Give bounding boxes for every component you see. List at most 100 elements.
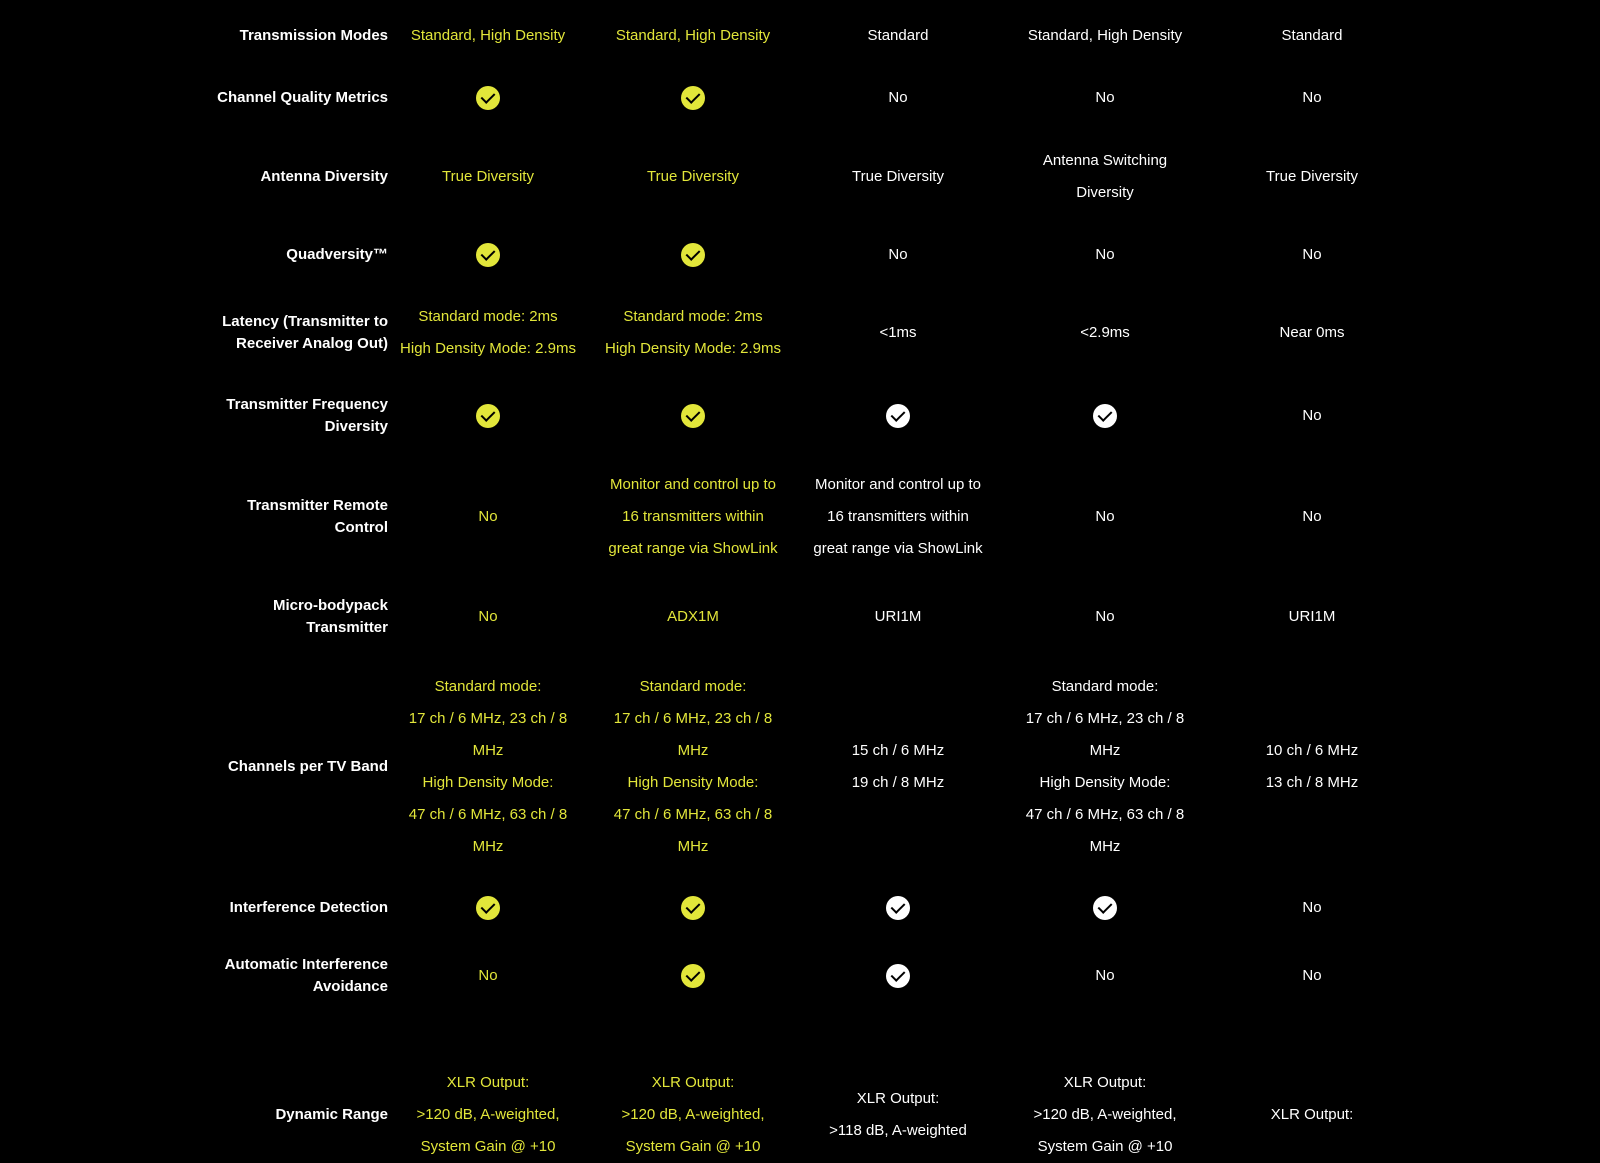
cell-text: MHz [677,838,709,855]
check-icon [1093,896,1117,921]
cell-text: 17 ch / 6 MHz, 23 ch / 8 [1025,710,1185,727]
cell-col-5: 10 ch / 6 MHz 13 ch / 8 MHz [1217,735,1407,799]
cell-col-4: <2.9ms [1010,317,1200,349]
cell-col-2 [598,82,788,114]
row-label: Interference Detection [229,899,388,916]
cell-text: Near 0ms [1279,324,1345,341]
cell-text: Monitor and control up to [815,476,981,493]
cell-text: Standard [867,27,929,44]
cell-col-5: No [1217,501,1407,533]
cell-col-2 [598,239,788,271]
cell-col-2 [598,400,788,432]
cell-text: <1ms [879,324,917,341]
cell-text: System Gain @ +10 [420,1138,556,1155]
row-label: Latency (Transmitter to Receiver Analog O… [222,313,388,352]
cell-text: MHz [677,742,709,759]
cell-text: 19 ch / 8 MHz [851,774,945,791]
cell-text: No [478,967,498,984]
cell-col-5: No [1217,82,1407,114]
cell-text: System Gain @ +10 [625,1138,761,1155]
cell-col-4: XLR Output: >120 dB, A-weighted, System Ga… [1010,1067,1200,1163]
cell-text: No [888,89,908,106]
cell-text: Standard [1281,27,1343,44]
check-icon [681,243,705,268]
check-icon [886,404,910,429]
cell-text: 47 ch / 6 MHz, 63 ch / 8 [613,806,773,823]
cell-col-5: No [1217,960,1407,992]
cell-text: MHz [1089,742,1121,759]
cell-col-4: Antenna Switching Diversity [1010,145,1200,209]
cell-text: XLR Output: [651,1074,735,1091]
cell-text: 16 transmitters within [827,508,969,525]
cell-col-4 [1010,400,1200,432]
cell-col-2 [598,960,788,992]
cell-text: 13 ch / 8 MHz [1265,774,1359,791]
cell-text: No [1095,246,1115,263]
cell-col-3: 15 ch / 6 MHz 19 ch / 8 MHz [803,735,993,799]
cell-text: 15 ch / 6 MHz [851,742,945,759]
cell-col-2: True Diversity [598,161,788,193]
check-icon [681,964,705,989]
cell-text: No [478,508,498,525]
cell-text: No [1302,407,1322,424]
cell-col-2: Standard mode: 17 ch / 6 MHz, 23 ch / 8 MH… [598,671,788,863]
cell-col-4: Standard mode: 17 ch / 6 MHz, 23 ch / 8 MH… [1010,671,1200,863]
cell-text: Standard, High Density [410,27,566,44]
cell-col-4: No [1010,501,1200,533]
cell-text: Standard mode: [639,678,747,695]
row-label: Quadversity™ [286,246,388,263]
cell-col-1: No [393,501,583,533]
cell-col-5: No [1217,239,1407,271]
cell-col-3: XLR Output: >118 dB, A-weighted [803,1083,993,1147]
cell-col-3 [803,960,993,992]
cell-col-1 [393,82,583,114]
cell-col-3: Standard [803,20,993,52]
cell-text: 17 ch / 6 MHz, 23 ch / 8 [613,710,773,727]
check-icon [1093,404,1117,429]
cell-text: True Diversity [852,168,944,185]
cell-col-4: No [1010,601,1200,633]
cell-text: <2.9ms [1080,324,1130,341]
cell-col-3: Monitor and control up to 16 transmitters… [803,469,993,565]
cell-text: XLR Output: [1063,1074,1147,1091]
cell-col-1 [393,239,583,271]
cell-text: Standard, High Density [615,27,771,44]
cell-text: MHz [472,838,504,855]
cell-text: True Diversity [647,168,739,185]
cell-text: 16 transmitters within [622,508,764,525]
cell-text: No [1095,608,1115,625]
check-icon [886,896,910,921]
cell-col-4: No [1010,239,1200,271]
cell-col-2: Monitor and control up to 16 transmitters… [598,469,788,565]
cell-text: High Density Mode: [1039,774,1171,791]
cell-text: No [1302,246,1322,263]
cell-text: ADX1M [667,608,719,625]
cell-text: great range via ShowLink [608,540,778,557]
check-icon [476,896,500,921]
cell-text: Monitor and control up to [610,476,776,493]
cell-text: great range via ShowLink [813,540,983,557]
cell-col-1: Standard mode: 2ms High Density Mode: 2.9… [393,301,583,365]
row-label: Dynamic Range [275,1106,388,1123]
check-icon [886,964,910,989]
cell-text: High Density Mode: [627,774,759,791]
cell-col-1: Standard, High Density [393,20,583,52]
cell-text: True Diversity [442,168,534,185]
cell-col-3 [803,400,993,432]
cell-text: URI1M [1288,608,1336,625]
cell-col-3: True Diversity [803,161,993,193]
cell-text: >120 dB, A-weighted, [416,1106,560,1123]
cell-text: XLR Output: [1270,1106,1354,1123]
cell-text: XLR Output: [446,1074,530,1091]
cell-text: >118 dB, A-weighted [829,1122,967,1139]
cell-col-3: No [803,239,993,271]
cell-text: True Diversity [1266,168,1358,185]
cell-text: No [1095,89,1115,106]
cell-text: >120 dB, A-weighted, [621,1106,765,1123]
cell-text: 10 ch / 6 MHz [1265,742,1359,759]
cell-text: Standard, High Density [1027,27,1183,44]
cell-col-3: URI1M [803,601,993,633]
check-icon [681,404,705,429]
cell-text: Standard mode: [434,678,542,695]
row-label: Transmitter Frequency Diversity [226,396,388,435]
